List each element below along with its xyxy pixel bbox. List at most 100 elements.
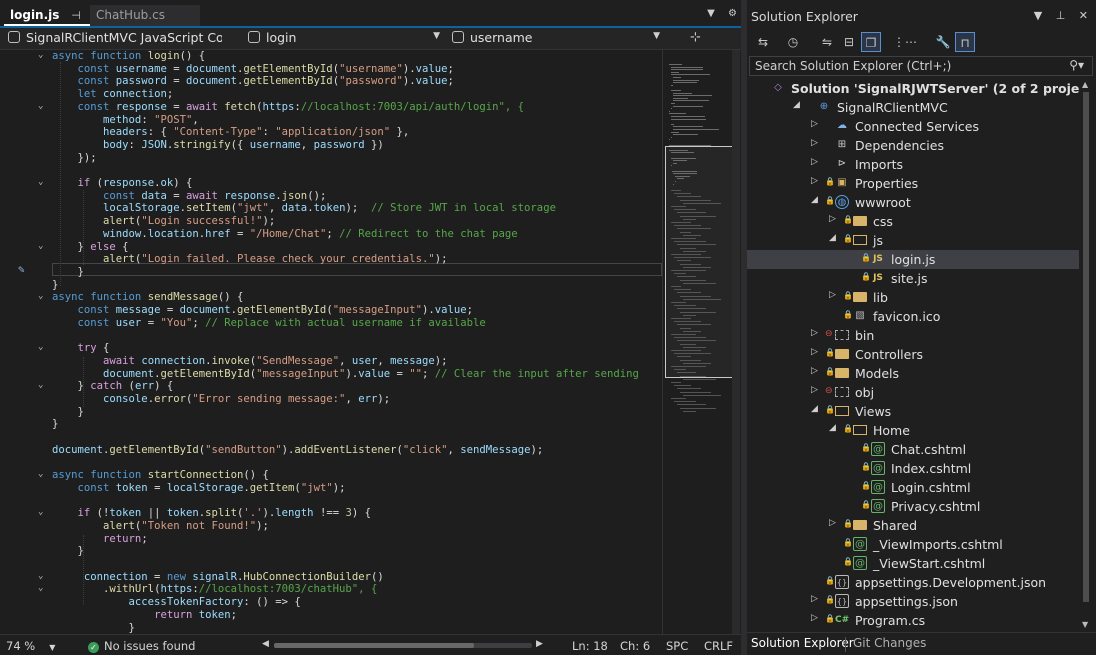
code-line[interactable]: alert("Token not Found!");	[52, 520, 269, 533]
code-line[interactable]: console.error("Error sending message:", …	[52, 393, 390, 406]
collapsed-chevron-icon[interactable]: ▷	[811, 613, 818, 623]
scroll-down-icon[interactable]: ▼	[1082, 620, 1088, 629]
code-line[interactable]: async function sendMessage() {	[52, 291, 243, 304]
tree-item[interactable]: ▷ 🔒 Models	[747, 364, 1079, 383]
tree-item[interactable]: ▷ 🔒 Shared	[747, 516, 1079, 535]
code-line[interactable]: let connection;	[52, 88, 174, 101]
tree-item[interactable]: 🔒 JS login.js	[747, 250, 1079, 269]
code-line[interactable]: }	[52, 622, 135, 635]
zoom-dropdown[interactable]: 74 % ▼	[6, 639, 55, 653]
code-line[interactable]: }	[52, 279, 58, 292]
code-line[interactable]: body: JSON.stringify({ username, passwor…	[52, 139, 384, 152]
code-line[interactable]: try {	[52, 342, 110, 355]
show-all-files-icon[interactable]: ❐	[861, 32, 881, 52]
search-input[interactable]: Search Solution Explorer (Ctrl+;) ⚲▾	[749, 56, 1093, 76]
code-line[interactable]: const message = document.getElementById(…	[52, 304, 474, 317]
scrollbar-thumb[interactable]	[274, 643, 474, 648]
code-line[interactable]: const response = await fetch(https://loc…	[52, 101, 525, 114]
code-line[interactable]: localStorage.setItem("jwt", data.token);…	[52, 202, 556, 215]
tree-item[interactable]: ▷ ⊖ bin	[747, 326, 1079, 345]
collapsed-chevron-icon[interactable]: ▷	[811, 366, 818, 376]
expanded-chevron-icon[interactable]: ◢	[811, 404, 818, 414]
horizontal-scrollbar[interactable]: ◀ ▶	[262, 639, 544, 650]
fold-chevron-icon[interactable]: ⌄	[38, 241, 43, 251]
code-line[interactable]: const data = await response.json();	[52, 190, 326, 203]
split-window-icon[interactable]: ⊹	[690, 30, 701, 45]
collapsed-chevron-icon[interactable]: ▷	[811, 385, 818, 395]
properties-wrench-icon[interactable]: 🔧	[933, 32, 953, 52]
tree-item[interactable]: ◢ 🔒 js	[747, 231, 1079, 250]
tree-item[interactable]: 🔒 @ Privacy.cshtml	[747, 497, 1079, 516]
project-dropdown[interactable]: SignalRClientMVC JavaScript Conte	[4, 30, 222, 48]
code-line[interactable]: async function login() {	[52, 50, 205, 63]
code-line[interactable]: async function startConnection() {	[52, 469, 269, 482]
code-line[interactable]: document.getElementById("messageInput").…	[52, 368, 639, 381]
fold-chevron-icon[interactable]: ⌄	[38, 583, 43, 593]
quick-action-icon[interactable]: ✎	[18, 263, 25, 276]
tree-item[interactable]: ◢ 🔒 ◍ wwwroot	[747, 193, 1079, 212]
tree-item[interactable]: ◇ Solution 'SignalRJWTServer' (2 of 2 pro…	[747, 79, 1079, 98]
code-line[interactable]: const user = "You"; // Replace with actu…	[52, 317, 486, 330]
tree-item[interactable]: ▷ ⊳ Imports	[747, 155, 1079, 174]
expanded-chevron-icon[interactable]: ◢	[793, 100, 800, 110]
column-number[interactable]: Ch: 6	[620, 639, 650, 653]
code-line[interactable]: } catch (err) {	[52, 380, 174, 393]
indent-mode[interactable]: SPC	[666, 639, 688, 653]
fold-chevron-icon[interactable]: ⌄	[38, 469, 43, 479]
tree-item[interactable]: ▷ 🔒 ▣ Properties	[747, 174, 1079, 193]
tree-item[interactable]: 🔒 @ Login.cshtml	[747, 478, 1079, 497]
tab-git-changes[interactable]: Git Changes	[853, 636, 926, 650]
solution-tree[interactable]: ◇ Solution 'SignalRJWTServer' (2 of 2 pro…	[747, 79, 1079, 632]
code-line[interactable]: }	[52, 266, 84, 279]
search-icon[interactable]: ⚲▾	[1069, 58, 1084, 72]
tab-solution-explorer[interactable]: Solution Explorer	[751, 636, 854, 650]
line-number[interactable]: Ln: 18	[572, 639, 608, 653]
code-line[interactable]: window.location.href = "/Home/Chat"; // …	[52, 228, 518, 241]
fold-chevron-icon[interactable]: ⌄	[38, 507, 43, 517]
tree-item[interactable]: ▷ 🔒 css	[747, 212, 1079, 231]
collapsed-chevron-icon[interactable]: ▷	[811, 138, 818, 148]
collapsed-chevron-icon[interactable]: ▷	[811, 347, 818, 357]
collapsed-chevron-icon[interactable]: ▷	[811, 176, 818, 186]
tree-item[interactable]: ▷ 🔒 lib	[747, 288, 1079, 307]
code-line[interactable]: alert("Login failed. Please check your c…	[52, 253, 447, 266]
line-ending[interactable]: CRLF	[704, 639, 733, 653]
tree-item[interactable]: 🔒 @ _ViewImports.cshtml	[747, 535, 1079, 554]
fold-chevron-icon[interactable]: ⌄	[38, 101, 43, 111]
filter-icon[interactable]: ⋮⋯	[893, 32, 917, 52]
collapsed-chevron-icon[interactable]: ▷	[811, 328, 818, 338]
scrollbar-thumb[interactable]	[1083, 92, 1089, 602]
scroll-right-icon[interactable]: ▶	[536, 639, 543, 649]
pending-changes-icon[interactable]: ◷	[783, 32, 803, 52]
tree-item[interactable]: ▷ ⊖ obj	[747, 383, 1079, 402]
code-line[interactable]: return;	[52, 533, 148, 546]
fold-chevron-icon[interactable]: ⌄	[38, 177, 43, 187]
tab-list-dropdown-icon[interactable]: ▼	[707, 8, 715, 19]
minimap[interactable]	[662, 50, 741, 634]
gear-icon[interactable]: ⚙	[728, 8, 737, 19]
function-dropdown[interactable]: login ▼	[244, 30, 444, 48]
sync-icon[interactable]: ⇋	[817, 32, 837, 52]
code-editor[interactable]: login.js ⊣ ✕ ChatHub.cs ▼ ⚙ SignalRClien…	[0, 0, 741, 655]
code-line[interactable]: });	[52, 152, 97, 165]
expanded-chevron-icon[interactable]: ◢	[829, 423, 836, 433]
collapsed-chevron-icon[interactable]: ▷	[829, 214, 836, 224]
tree-item[interactable]: ◢ 🔒 Home	[747, 421, 1079, 440]
collapsed-chevron-icon[interactable]: ▷	[829, 290, 836, 300]
tree-vertical-scrollbar[interactable]: ▲ ▼	[1081, 80, 1091, 632]
code-line[interactable]: }	[52, 406, 84, 419]
tree-item[interactable]: ▷ ☁ Connected Services	[747, 117, 1079, 136]
tree-item[interactable]: 🔒 ▧ favicon.ico	[747, 307, 1079, 326]
issues-indicator[interactable]: ✓ No issues found	[88, 639, 195, 653]
expanded-chevron-icon[interactable]: ◢	[811, 195, 818, 205]
fold-chevron-icon[interactable]: ⌄	[38, 571, 43, 581]
preview-selected-icon[interactable]: ⊓	[955, 32, 975, 52]
collapse-all-icon[interactable]: ⊟	[839, 32, 859, 52]
code-line[interactable]: }	[52, 545, 84, 558]
scroll-up-icon[interactable]: ▲	[1082, 80, 1088, 89]
minimap-viewport[interactable]	[665, 146, 738, 378]
editor-vertical-scrollbar[interactable]	[732, 50, 740, 634]
code-line[interactable]: const username = document.getElementById…	[52, 63, 454, 76]
pin-icon[interactable]: ⊥	[1056, 9, 1066, 22]
collapsed-chevron-icon[interactable]: ▷	[811, 594, 818, 604]
